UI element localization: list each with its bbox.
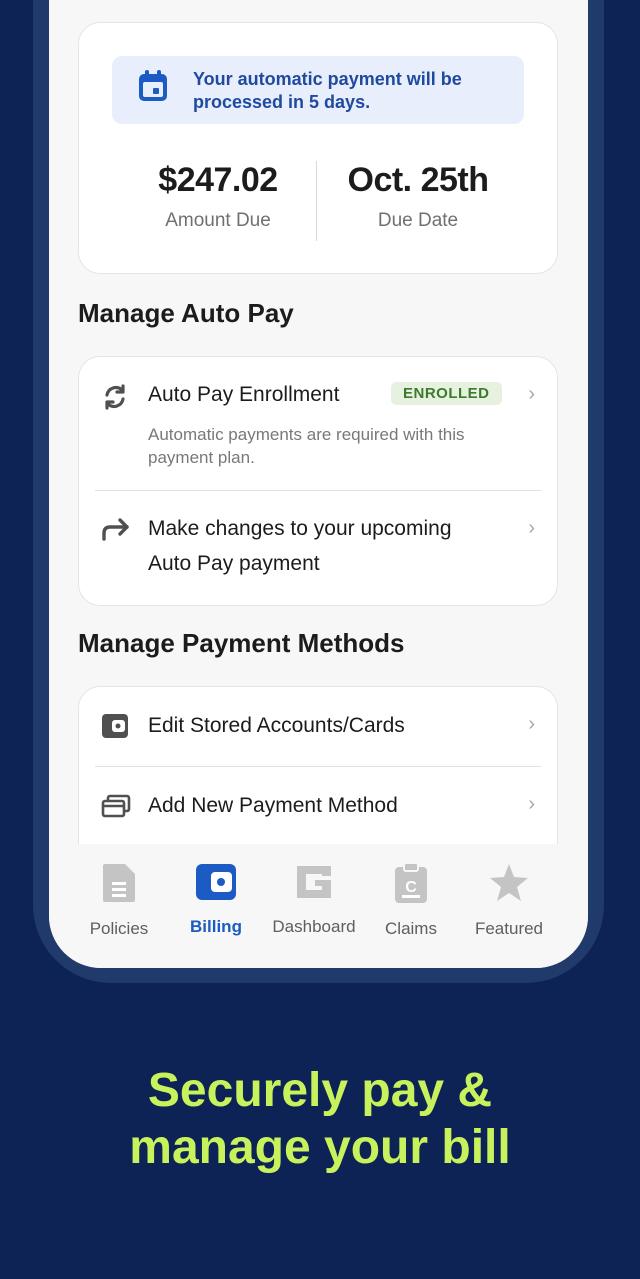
chevron-right-icon: ›: [528, 713, 535, 735]
calendar-icon: [139, 70, 167, 101]
promo-headline-line-2: manage your bill: [129, 1121, 511, 1174]
payment-summary-card: Your automatic payment will be processed…: [78, 22, 558, 274]
promo-headline: Securely pay & manage your bill: [0, 1062, 640, 1176]
amount-due-value: $247.02: [158, 161, 278, 199]
tab-dashboard[interactable]: Dashboard: [264, 862, 364, 937]
due-date-value: Oct. 25th: [347, 161, 489, 199]
auto-pay-card: Auto Pay Enrollment ENROLLED › Automatic…: [78, 356, 558, 606]
svg-text:C: C: [405, 879, 417, 896]
claims-icon: C: [395, 862, 427, 903]
tab-claims-label: Claims: [385, 919, 437, 938]
app-screen: Your automatic payment will be processed…: [49, 0, 588, 968]
bottom-tab-bar: Policies Billing Dashboard C Claims Feat…: [49, 844, 588, 968]
featured-icon: [490, 864, 528, 901]
chevron-right-icon: ›: [528, 793, 535, 815]
wallet-icon: [102, 714, 128, 738]
chevron-right-icon: ›: [528, 383, 535, 405]
forward-arrow-icon: [102, 518, 129, 541]
tab-billing[interactable]: Billing: [166, 862, 266, 937]
due-date-label: Due Date: [377, 210, 459, 231]
refresh-icon: [105, 384, 125, 410]
enrolled-badge: ENROLLED: [391, 382, 502, 405]
tab-billing-label: Billing: [190, 917, 242, 936]
edit-stored-accounts-row[interactable]: Edit Stored Accounts/Cards ›: [79, 687, 557, 766]
auto-pay-enrollment-desc: Automatic payments are required with thi…: [148, 425, 465, 467]
edit-stored-accounts-label: Edit Stored Accounts/Cards: [148, 714, 405, 737]
tab-featured[interactable]: Featured: [459, 862, 559, 939]
auto-pay-changes-line-1: Make changes to your upcoming: [148, 517, 452, 540]
billing-icon: [196, 864, 236, 900]
tab-policies-label: Policies: [89, 919, 149, 938]
tab-claims[interactable]: C Claims: [361, 862, 461, 939]
auto-pay-changes-label: Make changes to your upcoming Auto Pay p…: [148, 511, 452, 581]
auto-pay-changes-line-2: Auto Pay payment: [148, 552, 320, 575]
autopay-notice: Your automatic payment will be processed…: [112, 56, 524, 124]
amount-due: $247.02 Amount Due: [103, 161, 333, 232]
add-payment-method-row[interactable]: Add New Payment Method ›: [79, 767, 557, 847]
manage-payment-methods-title: Manage Payment Methods: [78, 628, 405, 658]
amount-due-label: Amount Due: [165, 210, 271, 231]
auto-pay-enrollment-label: Auto Pay Enrollment: [148, 383, 340, 406]
manage-auto-pay-title: Manage Auto Pay: [78, 298, 294, 328]
tab-dashboard-label: Dashboard: [272, 917, 356, 936]
dashboard-icon: [297, 866, 331, 898]
tab-featured-label: Featured: [474, 919, 544, 938]
tab-policies[interactable]: Policies: [69, 862, 169, 939]
auto-pay-changes-row[interactable]: Make changes to your upcoming Auto Pay p…: [79, 491, 557, 604]
cards-icon: [101, 794, 131, 818]
add-payment-method-label: Add New Payment Method: [148, 794, 398, 817]
auto-pay-enrollment-row[interactable]: Auto Pay Enrollment ENROLLED › Automatic…: [79, 357, 557, 490]
due-date: Oct. 25th Due Date: [303, 161, 533, 232]
autopay-notice-text: Your automatic payment will be processed…: [193, 69, 462, 112]
chevron-right-icon: ›: [528, 517, 535, 539]
policies-icon: [103, 864, 135, 902]
promo-headline-line-1: Securely pay &: [147, 1064, 493, 1117]
